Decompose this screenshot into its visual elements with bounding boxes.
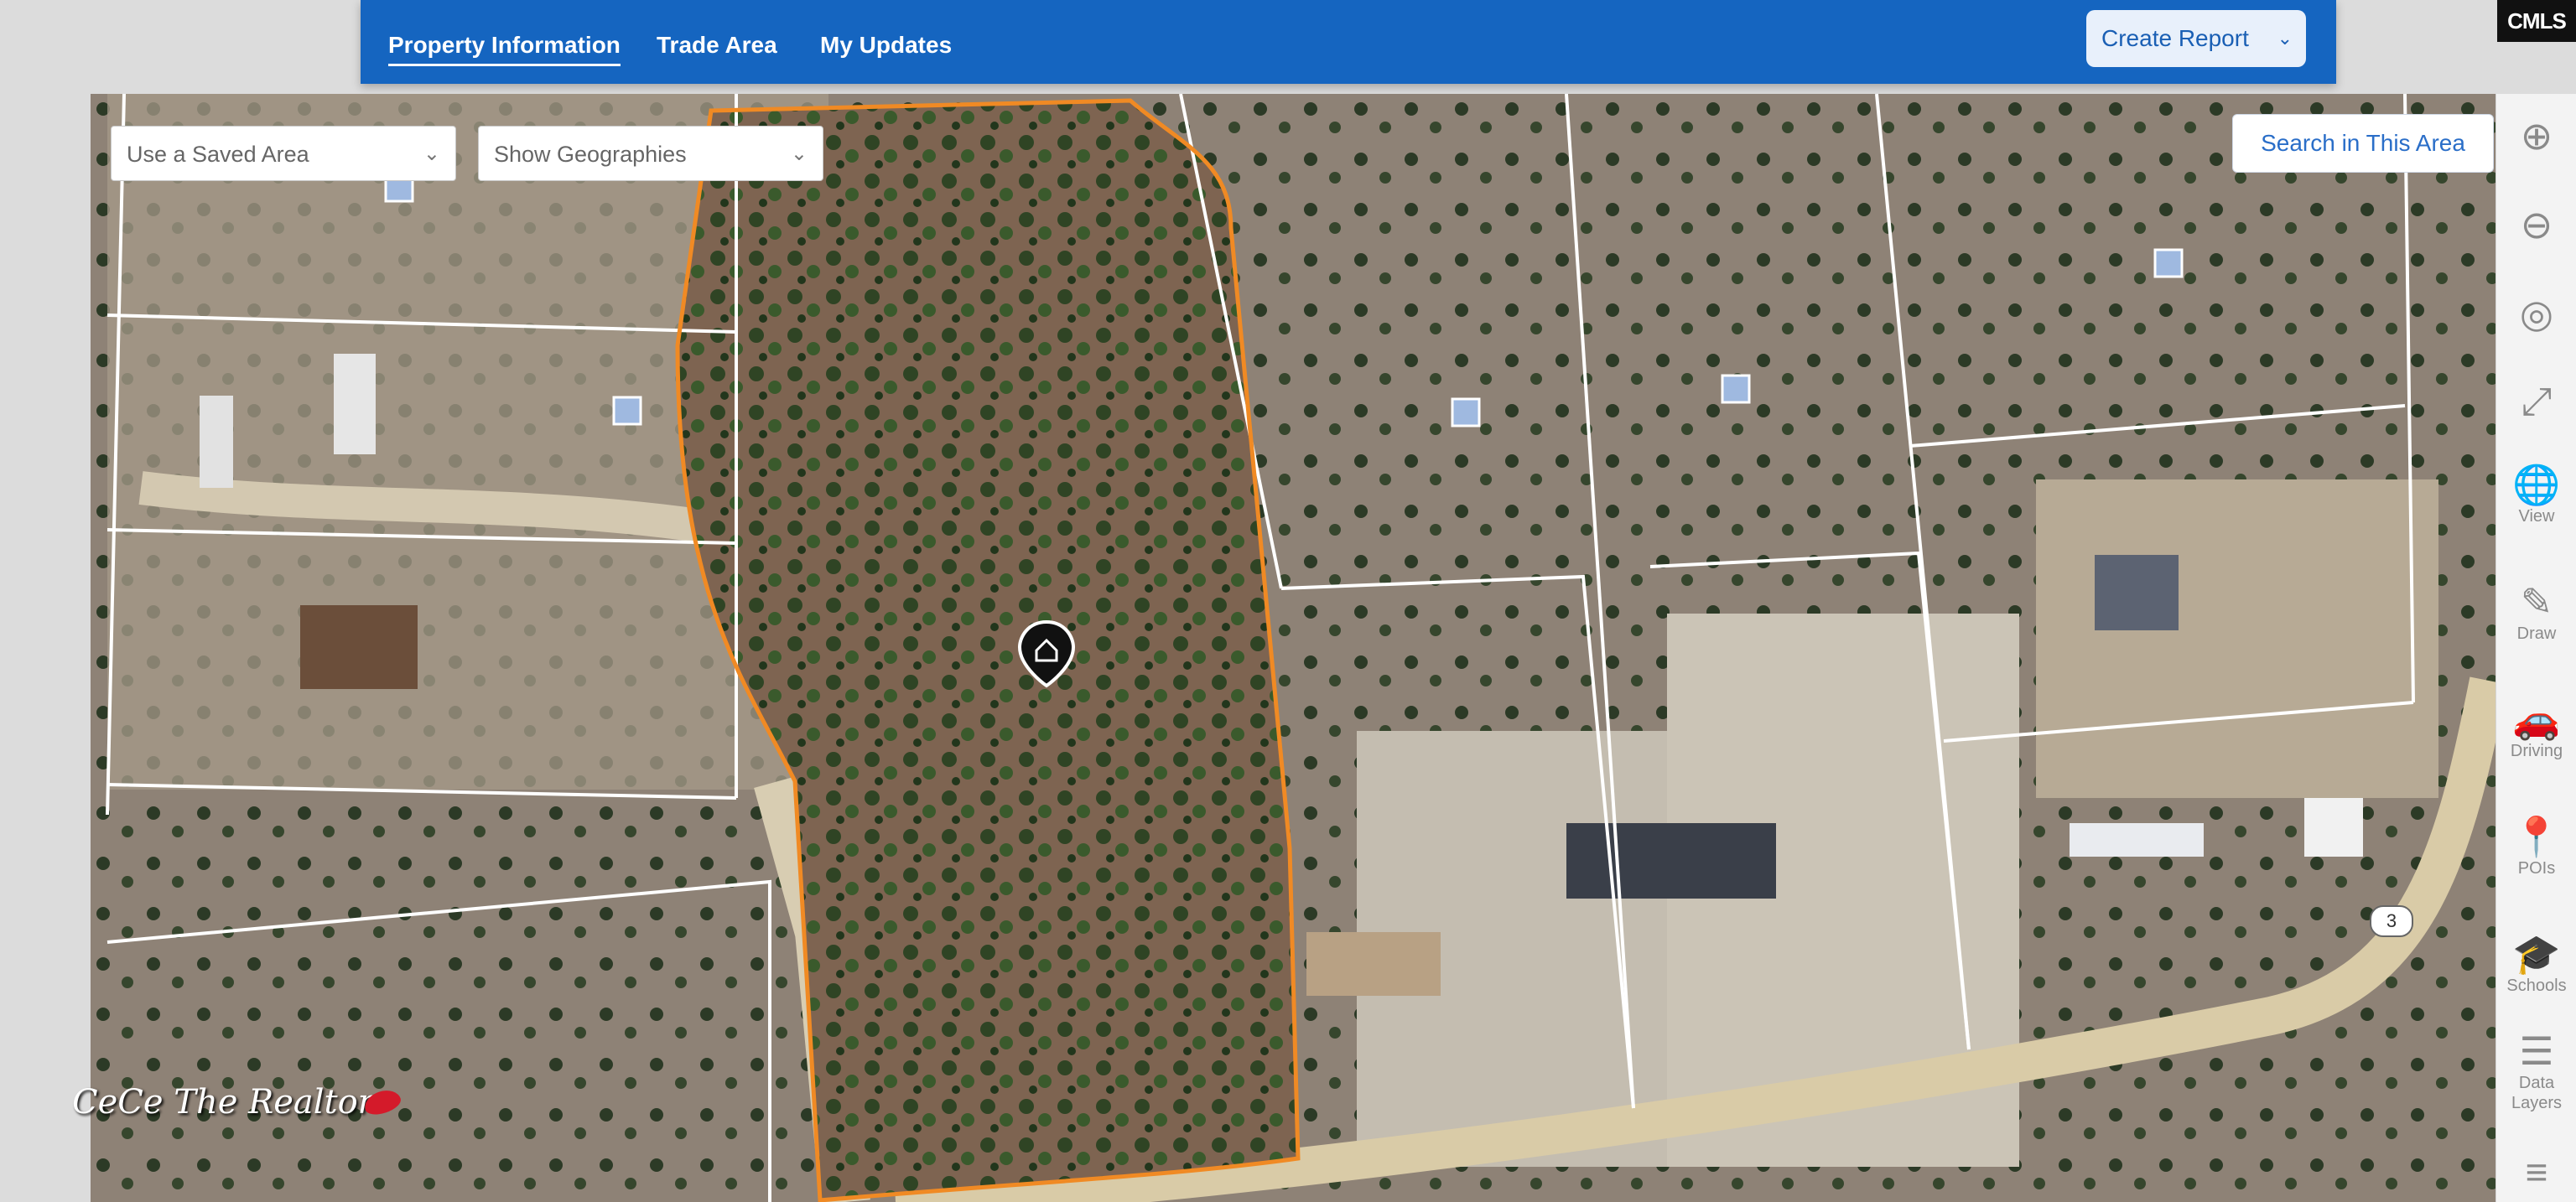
- schools-button[interactable]: 🎓 Schools: [2496, 932, 2576, 996]
- locate-button[interactable]: ◎: [2496, 292, 2576, 335]
- zoom-in-button[interactable]: ⊕: [2496, 114, 2576, 158]
- realtor-watermark: CeCe The Realtor: [72, 1083, 374, 1122]
- map-tool-rail: ⊕ ⊖ ◎ ⤢ 🌐 View ✎ Draw 🚗 Driving 📍 POIs 🎓…: [2496, 94, 2576, 1202]
- data-layers-label: Data Layers: [2511, 1074, 2563, 1112]
- list-icon: ≡: [2525, 1150, 2548, 1194]
- tab-trade-area[interactable]: Trade Area: [657, 32, 777, 59]
- driving-button[interactable]: 🚗 Driving: [2496, 697, 2576, 761]
- view-label: View: [2518, 507, 2555, 526]
- top-nav-bar: Property Information Trade Area My Updat…: [361, 0, 2336, 84]
- draw-button[interactable]: ✎ Draw: [2496, 580, 2576, 644]
- pois-button[interactable]: 📍 POIs: [2496, 815, 2576, 878]
- car-icon: 🚗: [2512, 697, 2561, 741]
- globe-icon: 🌐: [2512, 463, 2561, 506]
- create-report-label: Create Report: [2101, 25, 2249, 51]
- chevron-down-icon: ⌄: [790, 142, 808, 165]
- chevron-down-icon: ⌄: [2277, 28, 2293, 49]
- map-view[interactable]: Use a Saved Area ⌄ Show Geographies ⌄ Se…: [91, 94, 2506, 1202]
- layers-icon: ☰: [2519, 1029, 2554, 1073]
- tab-property-information[interactable]: Property Information: [388, 32, 621, 66]
- create-report-button[interactable]: Create Report ⌄: [2086, 10, 2306, 67]
- fullscreen-icon: ⤢: [2521, 379, 2553, 422]
- list-button[interactable]: ≡: [2496, 1150, 2576, 1194]
- pois-label: POIs: [2517, 859, 2556, 878]
- schools-label: Schools: [2506, 977, 2567, 995]
- chevron-down-icon: ⌄: [423, 142, 440, 165]
- fullscreen-button[interactable]: ⤢: [2496, 379, 2576, 422]
- driving-label: Driving: [2510, 742, 2563, 760]
- zoom-in-icon: ⊕: [2520, 114, 2553, 158]
- route-number-badge: 3: [2370, 905, 2413, 937]
- zoom-out-icon: ⊖: [2520, 203, 2553, 246]
- cmls-logo: CMLS: [2497, 0, 2576, 42]
- pin-icon: 📍: [2512, 815, 2561, 858]
- tab-my-updates[interactable]: My Updates: [820, 32, 952, 59]
- satellite-map: [91, 94, 2506, 1202]
- search-in-this-area-button[interactable]: Search in This Area: [2232, 114, 2494, 173]
- geographies-label: Show Geographies: [494, 142, 687, 167]
- geographies-select[interactable]: Show Geographies ⌄: [478, 126, 823, 181]
- saved-area-label: Use a Saved Area: [127, 142, 309, 167]
- saved-area-select[interactable]: Use a Saved Area ⌄: [111, 126, 456, 181]
- data-layers-button[interactable]: ☰ Data Layers: [2496, 1029, 2576, 1113]
- zoom-out-button[interactable]: ⊖: [2496, 203, 2576, 246]
- graduation-cap-icon: 🎓: [2512, 932, 2561, 976]
- view-button[interactable]: 🌐 View: [2496, 463, 2576, 526]
- draw-label: Draw: [2516, 624, 2557, 643]
- locate-icon: ◎: [2519, 292, 2554, 335]
- pencil-icon: ✎: [2520, 580, 2553, 624]
